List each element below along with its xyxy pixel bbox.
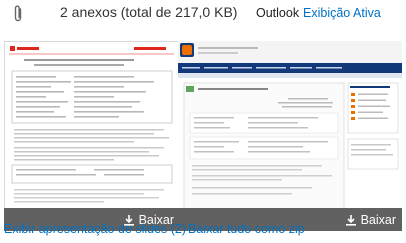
document-preview <box>4 41 180 231</box>
download-all-zip-link[interactable]: Baixar tudo como zip <box>188 222 305 236</box>
paperclip-icon <box>14 5 22 22</box>
download-label: Baixar <box>360 212 396 227</box>
download-button[interactable]: Baixar <box>345 211 396 228</box>
download-icon <box>345 214 356 226</box>
attachments-summary: 2 anexos (total de 217,0 KB) <box>60 4 238 20</box>
attachments-header: 2 anexos (total de 217,0 KB) Outlook Exi… <box>0 0 406 28</box>
active-view-link[interactable]: Exibição Ativa <box>303 6 381 20</box>
attachment-thumbnail-1[interactable]: Baixar <box>4 41 180 231</box>
attachment-thumbnail-2[interactable]: Baixar <box>178 41 402 231</box>
slideshow-link[interactable]: Exibir apresentação de slides (2) <box>4 222 186 236</box>
webpage-preview <box>178 41 402 231</box>
outlook-label: Outlook <box>256 6 300 20</box>
